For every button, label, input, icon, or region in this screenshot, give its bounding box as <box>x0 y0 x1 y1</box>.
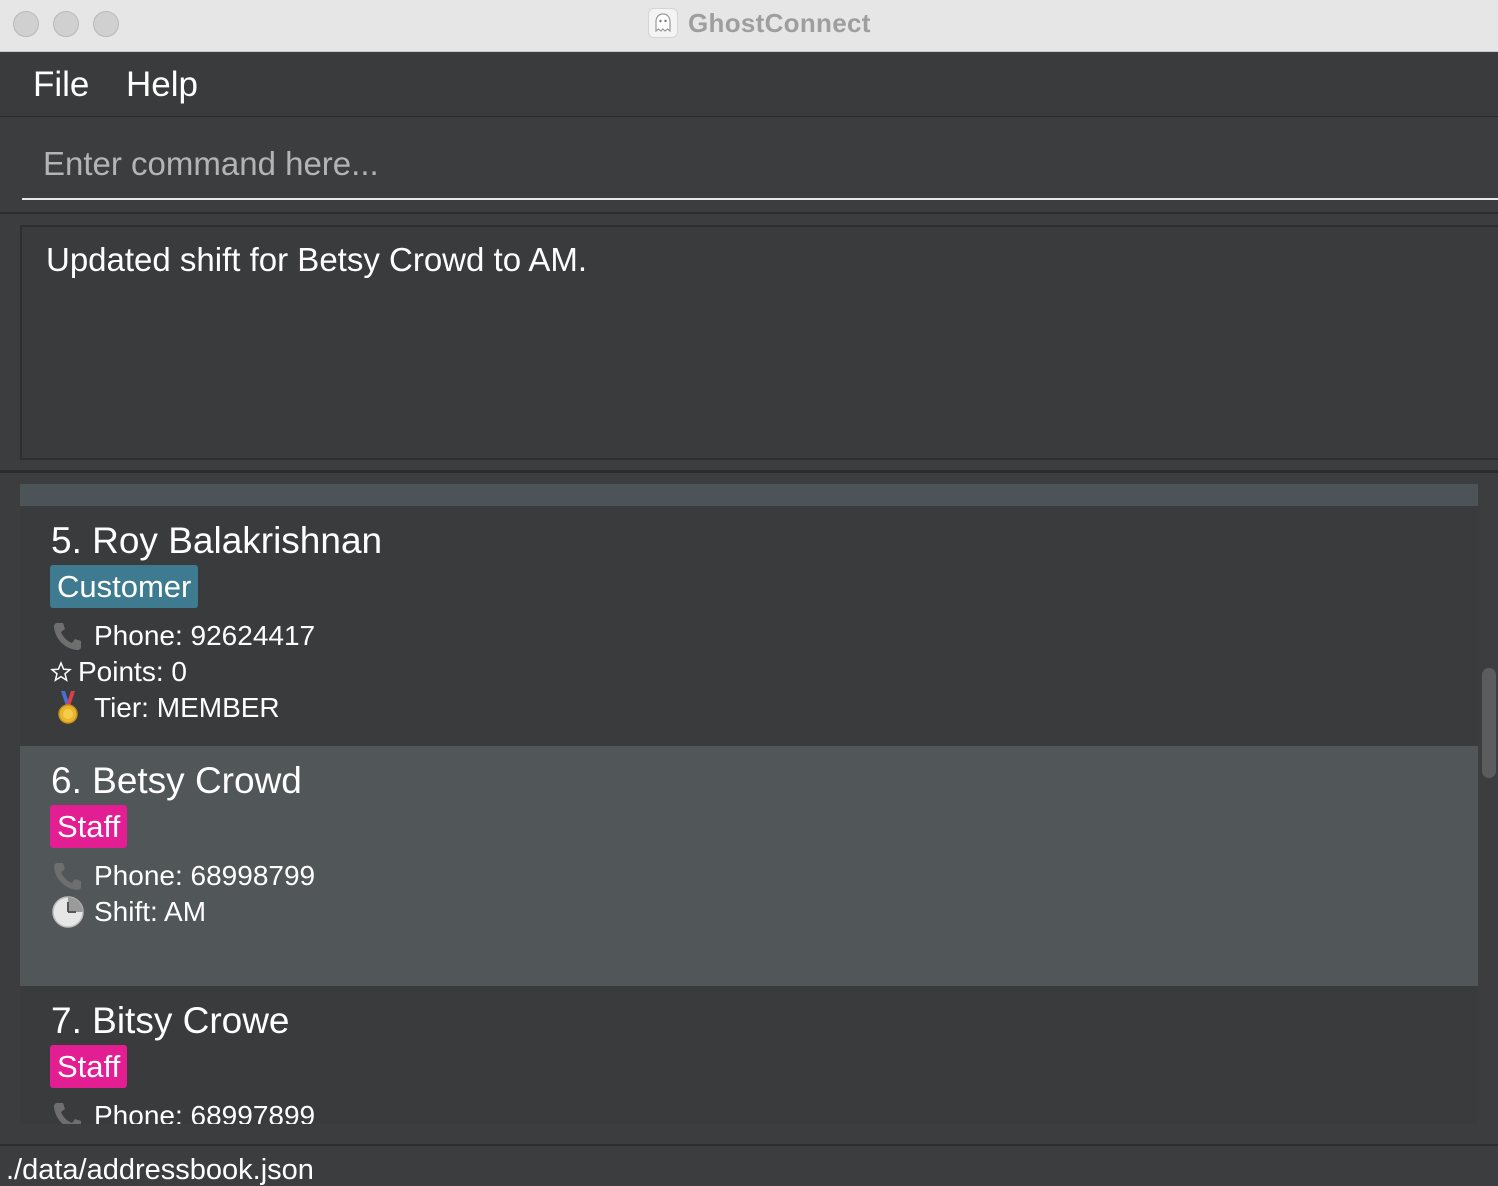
contact-name: 6. Betsy Crowd <box>51 760 302 801</box>
close-window-button[interactable] <box>13 11 39 37</box>
points-value: Points: 0 <box>78 656 187 687</box>
contact-card-bitsy-crowe[interactable]: 7. Bitsy Crowe Staff Phone: 68997899 <box>20 986 1478 1124</box>
phone-icon <box>50 618 86 654</box>
previous-card-edge <box>20 484 1478 506</box>
section-divider <box>0 470 1498 473</box>
phone-number: Phone: 92624417 <box>94 620 316 651</box>
medal-icon <box>50 690 86 726</box>
status-bar: ./data/addressbook.json <box>0 1144 1498 1186</box>
phone-icon <box>50 858 86 894</box>
tier-field: Tier: MEMBER <box>50 690 280 726</box>
contact-card-betsy-crowd[interactable]: 6. Betsy Crowd Staff Phone: 68998799 Shi… <box>20 746 1478 986</box>
points-field: Points: 0 <box>50 654 187 690</box>
command-box <box>0 118 1498 214</box>
phone-field: Phone: 92624417 <box>50 618 315 654</box>
menu-bar: File Help <box>0 53 1498 117</box>
phone-icon <box>50 1098 86 1124</box>
menu-help[interactable]: Help <box>126 65 198 105</box>
star-icon <box>50 654 72 690</box>
menu-file[interactable]: File <box>33 65 89 105</box>
window-title: GhostConnect <box>688 7 871 38</box>
command-input[interactable] <box>22 130 1498 200</box>
staff-tag: Staff <box>50 805 128 848</box>
phone-number: Phone: 68997899 <box>94 1100 316 1124</box>
window-title-group: GhostConnect <box>648 7 871 39</box>
customer-tag: Customer <box>50 565 199 608</box>
phone-field: Phone: 68998799 <box>50 858 315 894</box>
phone-field: Phone: 68997899 <box>50 1098 315 1124</box>
contact-name: 5. Roy Balakrishnan <box>51 520 383 561</box>
save-file-path: ./data/addressbook.json <box>6 1154 314 1186</box>
shift-value: Shift: AM <box>94 896 207 927</box>
result-message: Updated shift for Betsy Crowd to AM. <box>46 241 588 278</box>
tier-value: Tier: MEMBER <box>94 692 280 723</box>
result-display: Updated shift for Betsy Crowd to AM. <box>20 225 1498 460</box>
list-scrollbar-thumb[interactable] <box>1482 668 1496 778</box>
shift-field: Shift: AM <box>50 894 206 930</box>
clock-icon <box>50 894 86 930</box>
contact-list[interactable]: 5. Roy Balakrishnan Customer Phone: 9262… <box>20 484 1478 1124</box>
title-bar: GhostConnect <box>0 0 1498 52</box>
contact-name: 7. Bitsy Crowe <box>51 1000 290 1041</box>
staff-tag: Staff <box>50 1045 128 1088</box>
minimize-window-button[interactable] <box>53 11 79 37</box>
zoom-window-button[interactable] <box>93 11 119 37</box>
ghost-icon <box>648 8 678 38</box>
phone-number: Phone: 68998799 <box>94 860 316 891</box>
contact-card-roy-balakrishnan[interactable]: 5. Roy Balakrishnan Customer Phone: 9262… <box>20 506 1478 746</box>
